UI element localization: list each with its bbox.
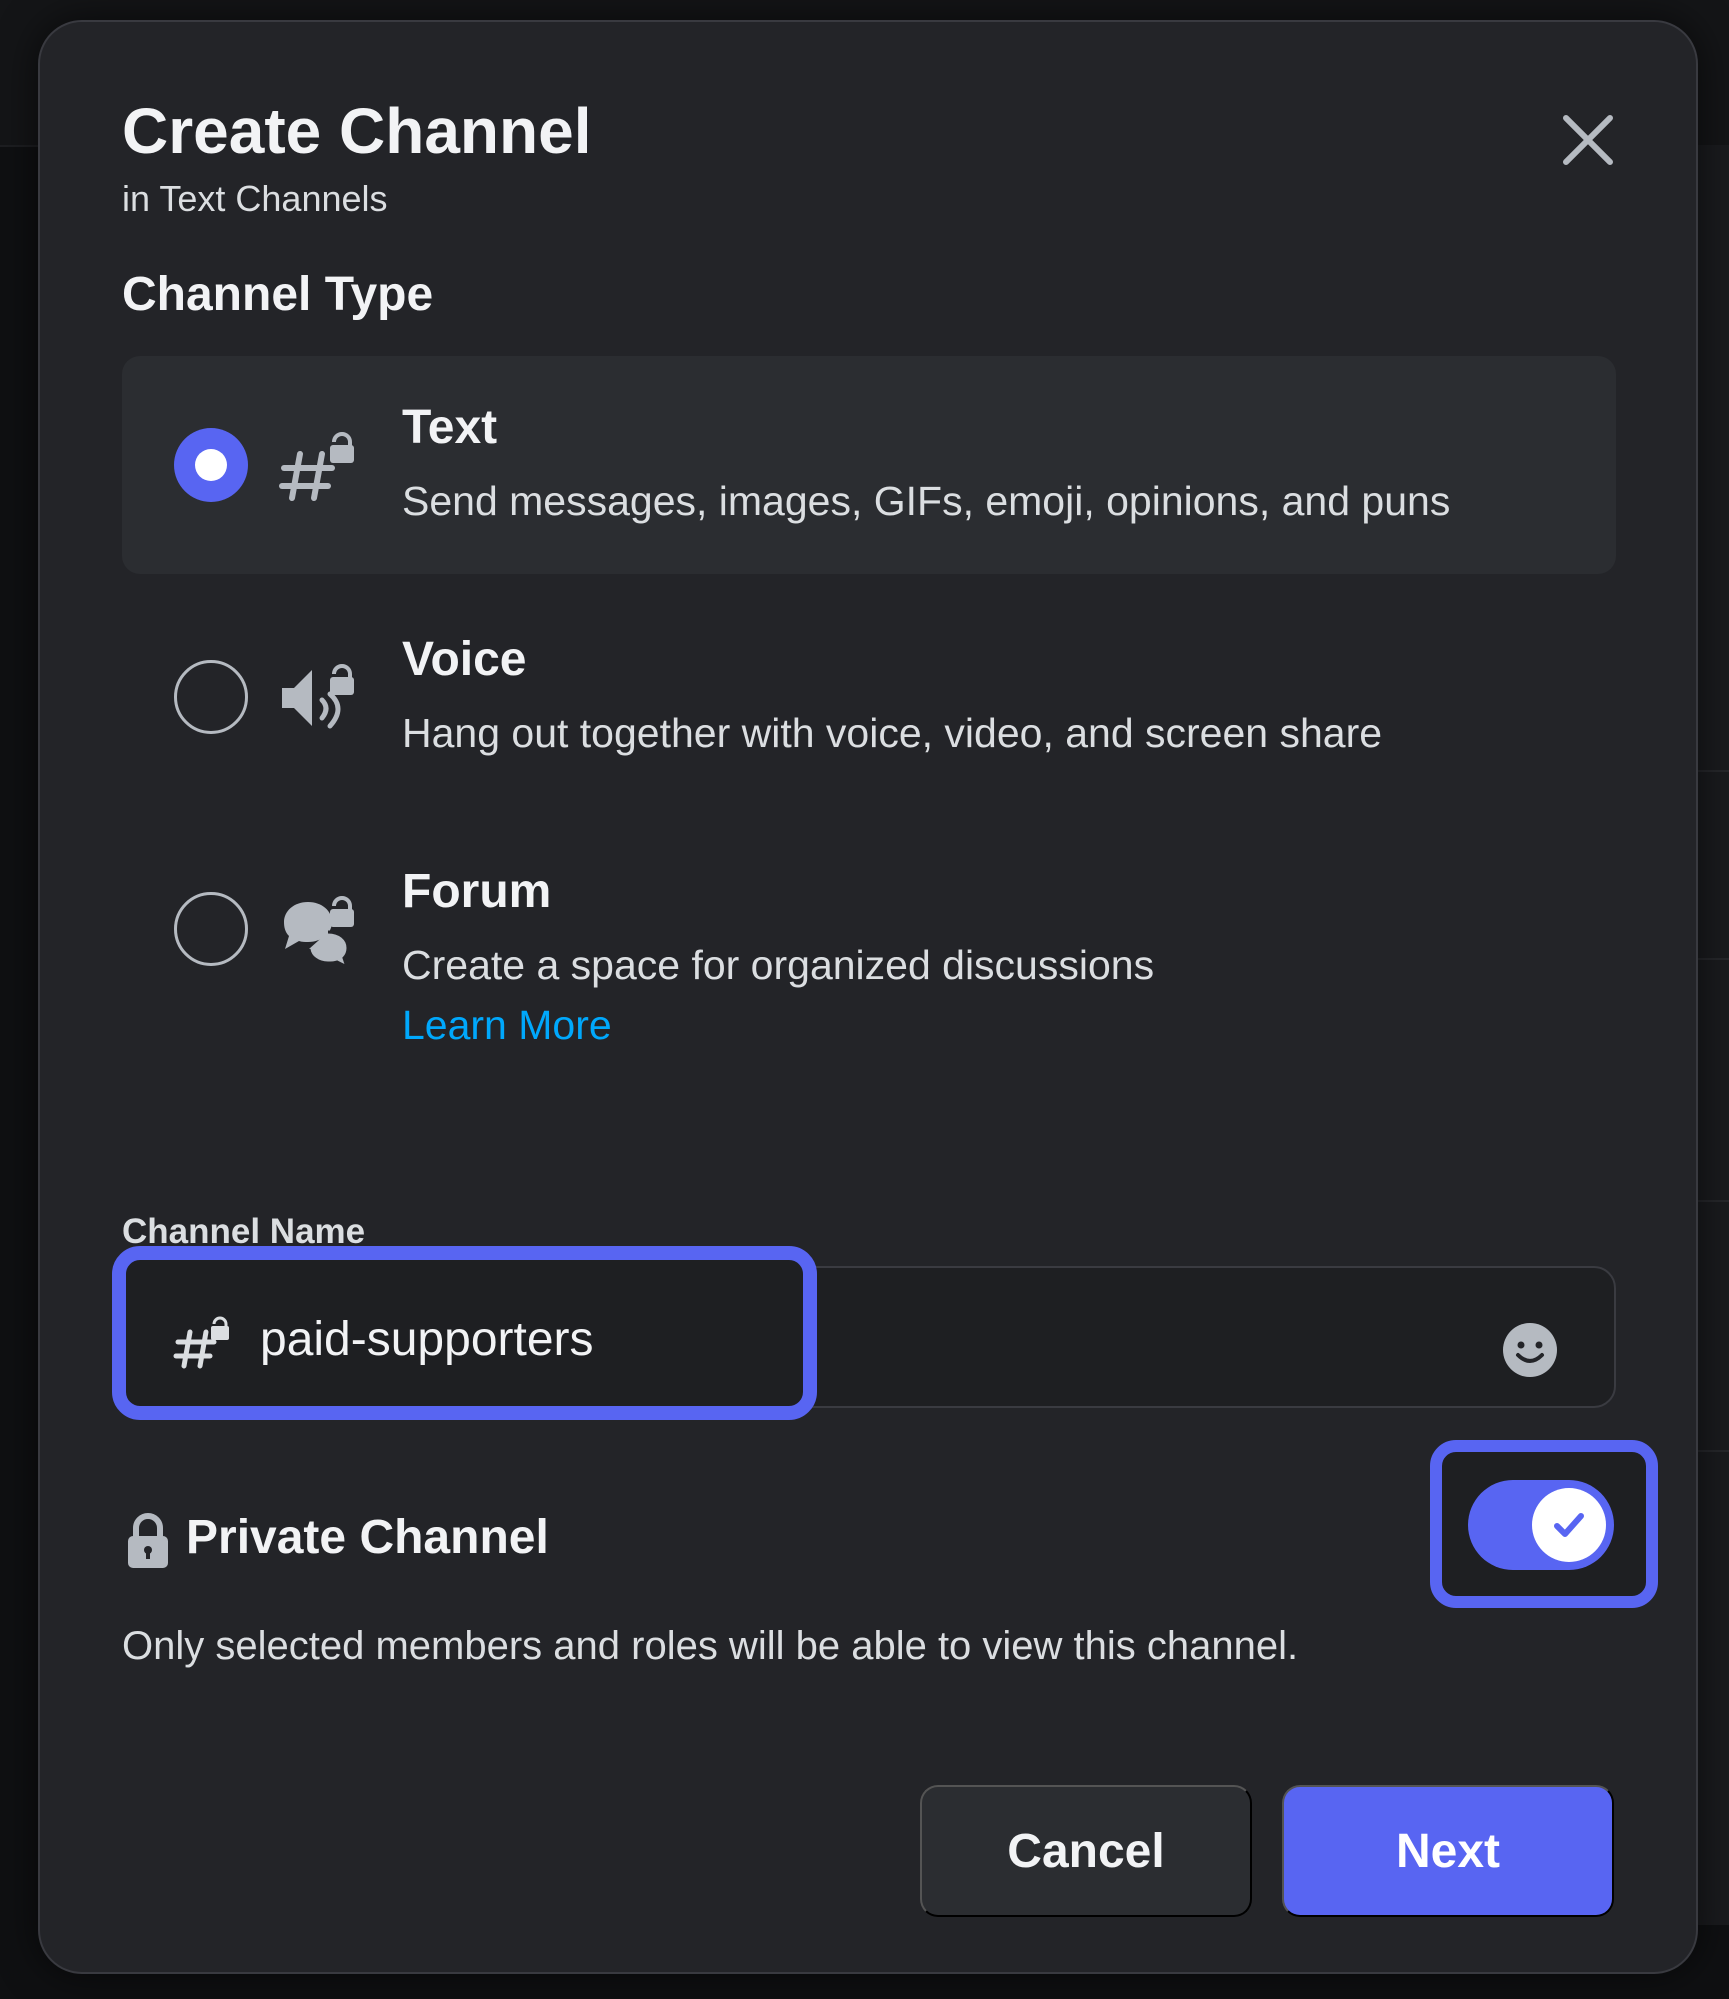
channel-type-option-text[interactable]: Text Send messages, images, GIFs, emoji,… <box>122 356 1616 574</box>
hash-lock-icon <box>173 1316 229 1369</box>
channel-type-option-voice[interactable]: Voice Hang out together with voice, vide… <box>122 588 1616 806</box>
option-description: Create a space for organized discussions <box>402 942 1155 988</box>
speaker-lock-icon <box>282 664 354 729</box>
learn-more-link[interactable]: Learn More <box>402 1002 612 1049</box>
emoji-button[interactable] <box>1490 1310 1570 1390</box>
channel-type-label: Channel Type <box>122 268 434 321</box>
private-channel-label: Private Channel <box>186 1511 549 1564</box>
radio-text[interactable] <box>174 428 248 502</box>
option-name: Text <box>402 401 498 454</box>
option-name: Voice <box>402 633 527 686</box>
close-icon <box>1563 115 1613 165</box>
cancel-button[interactable]: Cancel <box>920 1785 1252 1917</box>
create-channel-modal: Create Channel in Text Channels Channel … <box>38 20 1698 1974</box>
lock-icon <box>128 1513 168 1568</box>
forum-lock-icon <box>284 896 354 968</box>
option-description: Send messages, images, GIFs, emoji, opin… <box>402 478 1451 524</box>
modal-title: Create Channel <box>122 95 592 167</box>
emoji-icon <box>1503 1323 1557 1377</box>
hash-lock-icon <box>279 432 354 501</box>
checkmark-icon <box>1554 1513 1584 1537</box>
radio-voice[interactable] <box>174 660 248 734</box>
modal-subtitle: in Text Channels <box>122 178 388 219</box>
close-button[interactable] <box>1548 100 1628 180</box>
option-name: Forum <box>402 865 552 918</box>
private-channel-description: Only selected members and roles will be … <box>122 1624 1299 1668</box>
channel-name-input[interactable] <box>260 1304 780 1374</box>
option-description: Hang out together with voice, video, and… <box>402 710 1383 756</box>
channel-type-option-forum[interactable]: Forum Create a space for organized discu… <box>122 820 1616 1080</box>
next-button[interactable]: Next <box>1282 1785 1614 1917</box>
private-channel-toggle[interactable] <box>1468 1480 1614 1570</box>
toggle-knob <box>1532 1488 1606 1562</box>
radio-forum[interactable] <box>174 892 248 966</box>
